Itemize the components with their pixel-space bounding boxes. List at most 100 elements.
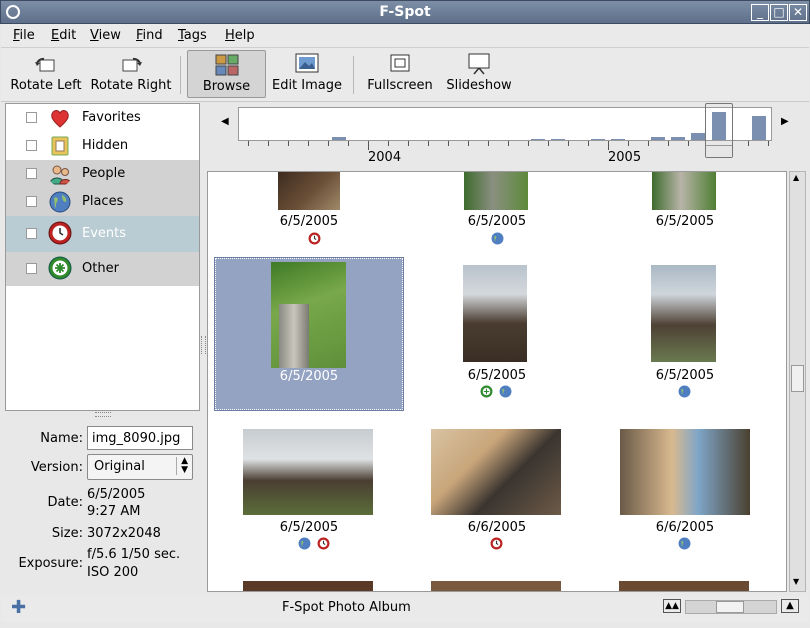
date-value: 6/5/2005 [87,487,146,502]
photo-thumbnail[interactable] [652,172,716,210]
zoom-slider[interactable] [685,600,777,614]
name-field[interactable] [87,426,193,450]
timeline-slider[interactable] [705,103,733,158]
zoom-slider-thumb[interactable] [716,601,744,613]
photo-thumbnail[interactable] [431,429,561,515]
menu-tags[interactable]: Tags [178,28,207,43]
photo-cell[interactable]: 6/5/2005 [591,172,779,229]
hidden-icon [51,136,69,156]
tag-checkbox[interactable] [26,140,37,151]
tag-checkbox[interactable] [26,263,37,274]
photo-date: 6/5/2005 [467,214,527,229]
zoom-in-icon[interactable]: ▲ [781,599,799,613]
tag-checkbox[interactable] [26,168,37,179]
heart-icon [51,109,69,128]
status-bar: ✚ F-Spot Photo Album ▲▲ ▲ [1,596,809,622]
photo-grid-scrollbar[interactable]: ▲ ▼ [789,171,806,592]
edit-image-button[interactable]: Edit Image [269,50,345,98]
timeline-tick [508,141,509,146]
photo-date: 6/5/2005 [279,369,339,384]
menu-view[interactable]: View [90,28,121,43]
photo-date: 6/6/2005 [655,520,715,535]
tag-row-events[interactable]: Events [6,216,199,252]
rotate-left-label: Rotate Left [10,78,82,93]
date-label: Date: [47,495,83,510]
photo-cell[interactable]: 6/5/2005 [403,172,591,245]
maximize-button[interactable]: □ [770,4,788,21]
rotate-right-button[interactable]: Rotate Right [89,50,173,98]
tag-row-people[interactable]: People [6,160,199,188]
size-label: Size: [51,526,83,541]
fullscreen-button[interactable]: Fullscreen [365,50,435,98]
photo-thumbnail[interactable] [278,172,340,210]
minimize-button[interactable]: _ [751,4,769,21]
photo-thumbnail[interactable] [243,581,373,591]
timeline-left-arrow[interactable]: ◀ [221,116,229,127]
tag-row-other[interactable]: Other [6,252,199,286]
photo-cell[interactable]: 6/6/2005 [403,410,591,562]
globe-icon [491,232,504,245]
scroll-up-arrow[interactable]: ▲ [793,173,799,182]
timeline-tick [488,141,489,146]
photo-cell[interactable]: 6/5/2005 [403,258,591,410]
tag-row-places[interactable]: Places [6,188,199,216]
close-button[interactable]: ✕ [789,4,807,21]
photo-thumbnail[interactable] [464,172,528,210]
timeline-tick [368,141,369,150]
sidebar-resize-handle[interactable] [201,336,206,354]
timeline-bar [531,139,545,140]
timeline-tick [388,141,389,146]
iso-value: ISO 200 [87,565,139,580]
photo-cell[interactable]: 6/5/2005 [215,410,403,562]
menu-help[interactable]: Help [225,28,255,43]
timeline-tick [548,141,549,146]
photo-thumbnail[interactable] [271,262,346,368]
scroll-down-arrow[interactable]: ▼ [793,577,799,586]
menu-file[interactable]: File [13,28,35,43]
photo-thumbnail[interactable] [619,581,749,591]
photo-thumbnail[interactable] [243,429,373,515]
browse-button[interactable]: Browse [187,50,266,98]
menu-edit[interactable]: Edit [51,28,76,43]
rotate-left-button[interactable]: Rotate Left [9,50,83,98]
add-tag-icon[interactable]: ✚ [11,597,26,618]
photo-cell[interactable]: 6/5/2005 [591,258,779,410]
timeline-slider-grip[interactable] [706,145,732,157]
zoom-out-icon[interactable]: ▲▲ [663,599,681,613]
clock-icon [490,537,503,550]
photo-thumbnail[interactable] [620,429,750,515]
slideshow-button[interactable]: Slideshow [443,50,515,98]
pane-resize-handle[interactable] [95,412,111,417]
timeline: ◀ ▶ 2004 2005 [213,103,806,165]
tag-checkbox[interactable] [26,228,37,239]
tag-label: People [82,166,126,181]
version-select[interactable]: Original ▲ ▼ [87,454,193,480]
tag-row-favorites[interactable]: Favorites [6,104,199,132]
tag-label: Hidden [82,138,129,153]
timeline-tick [348,141,349,146]
rotate-left-icon [35,57,55,72]
timeline-tick [768,141,769,146]
timeline-histogram[interactable] [238,107,772,141]
tag-checkbox[interactable] [26,112,37,123]
photo-cell[interactable]: 6/5/2005 [215,172,403,245]
timeline-tick [408,141,409,146]
toolbar-separator [353,56,354,94]
timeline-right-arrow[interactable]: ▶ [781,116,789,127]
scrollbar-thumb[interactable] [791,365,804,392]
timeline-tick [688,141,689,146]
photo-cell[interactable]: 6/6/2005 [591,410,779,562]
photo-cell-selected[interactable]: 6/5/2005 [214,257,404,411]
tag-row-hidden[interactable]: Hidden [6,132,199,160]
slideshow-label: Slideshow [446,78,512,93]
photo-thumbnail[interactable] [651,265,716,362]
tag-checkbox[interactable] [26,196,37,207]
photo-date: 6/5/2005 [279,214,339,229]
window-title: F-Spot [379,4,431,20]
toolbar-separator [180,56,181,94]
timeline-tick [468,141,469,146]
photo-thumbnail[interactable] [431,581,561,591]
timeline-tick [268,141,269,146]
photo-thumbnail[interactable] [463,265,527,362]
menu-find[interactable]: Find [136,28,163,43]
